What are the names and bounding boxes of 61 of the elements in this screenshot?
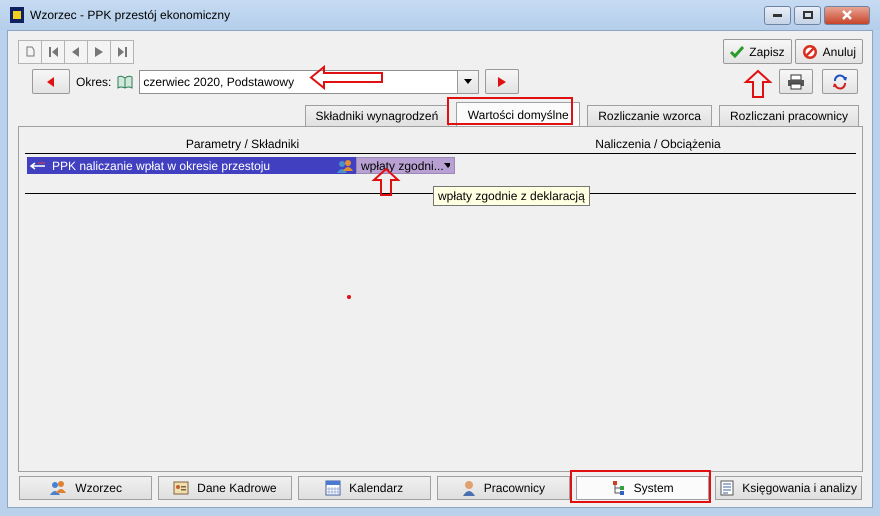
tab[interactable]: Rozliczani pracownicy [718, 105, 859, 126]
refresh-button[interactable] [822, 69, 858, 94]
right-triangle-icon [95, 46, 103, 56]
caret-icon [464, 79, 472, 84]
module-tab[interactable]: Dane Kadrowe [158, 476, 292, 500]
refresh-icon [832, 74, 848, 90]
prohibited-icon [802, 44, 818, 60]
right-triangle-icon [498, 76, 506, 86]
close-button[interactable] [824, 6, 870, 24]
tab[interactable]: Rozliczanie wzorca [587, 105, 712, 126]
previous-record-button[interactable] [64, 40, 88, 64]
last-record-button[interactable] [110, 40, 134, 64]
module-tab[interactable]: System [576, 476, 710, 500]
module-tab[interactable]: Pracownicy [436, 476, 570, 500]
first-icon [48, 46, 58, 56]
last-icon [118, 46, 126, 56]
period-label: Okres: [76, 74, 112, 88]
minimize-button[interactable] [764, 6, 791, 24]
id-card-icon [173, 480, 190, 496]
column-header: Parametry / Składniki [184, 137, 300, 151]
period-field[interactable]: czerwiec 2020, Podstawowy [139, 70, 458, 94]
page-icon [26, 46, 34, 57]
left-triangle-icon [47, 76, 55, 86]
printer-icon [787, 74, 805, 90]
left-triangle-icon [72, 46, 80, 56]
module-tab[interactable]: Księgowania i analizy [715, 476, 862, 500]
module-tab[interactable]: Wzorzec [19, 476, 152, 500]
new-record-button[interactable] [18, 40, 42, 64]
tab[interactable]: Wartości domyślne [456, 102, 580, 126]
tooltip: wpłaty zgodnie z deklaracją [433, 186, 590, 206]
first-record-button[interactable] [41, 40, 65, 64]
people-icon [49, 480, 68, 496]
checkmark-icon [730, 46, 744, 58]
window-title: Wzorzec - PPK przestój ekonomiczny [30, 8, 232, 22]
save-button[interactable]: Zapisz [723, 39, 792, 64]
cancel-button[interactable]: Anuluj [794, 39, 863, 64]
annotation-arrow [745, 70, 771, 98]
value-dropdown[interactable]: wpłaty zgodni... [356, 157, 455, 174]
next-record-button[interactable] [87, 40, 111, 64]
book-icon [117, 74, 134, 88]
previous-period-button[interactable] [32, 69, 70, 94]
caret-icon [444, 163, 450, 168]
person-icon [462, 480, 476, 496]
print-button[interactable] [779, 69, 813, 94]
arrow-left-icon [30, 162, 46, 170]
module-tab[interactable]: Kalendarz [298, 476, 431, 500]
calendar-icon [325, 480, 342, 496]
column-header: Naliczenia / Obciążenia [594, 137, 722, 151]
table-row[interactable]: PPK naliczanie wpłat w okresie przestoju [27, 157, 356, 174]
marker-dot [347, 295, 351, 299]
maximize-button[interactable] [794, 6, 821, 24]
dropdown-button[interactable] [457, 70, 480, 94]
people-icon [337, 158, 353, 172]
close-icon [842, 10, 852, 20]
maximize-icon [802, 11, 812, 19]
minimize-icon [773, 14, 782, 16]
hierarchy-icon [612, 480, 626, 496]
next-period-button[interactable] [485, 69, 520, 94]
tab[interactable]: Składniki wynagrodzeń [304, 105, 450, 126]
app-icon [10, 7, 24, 23]
document-icon [720, 480, 734, 496]
